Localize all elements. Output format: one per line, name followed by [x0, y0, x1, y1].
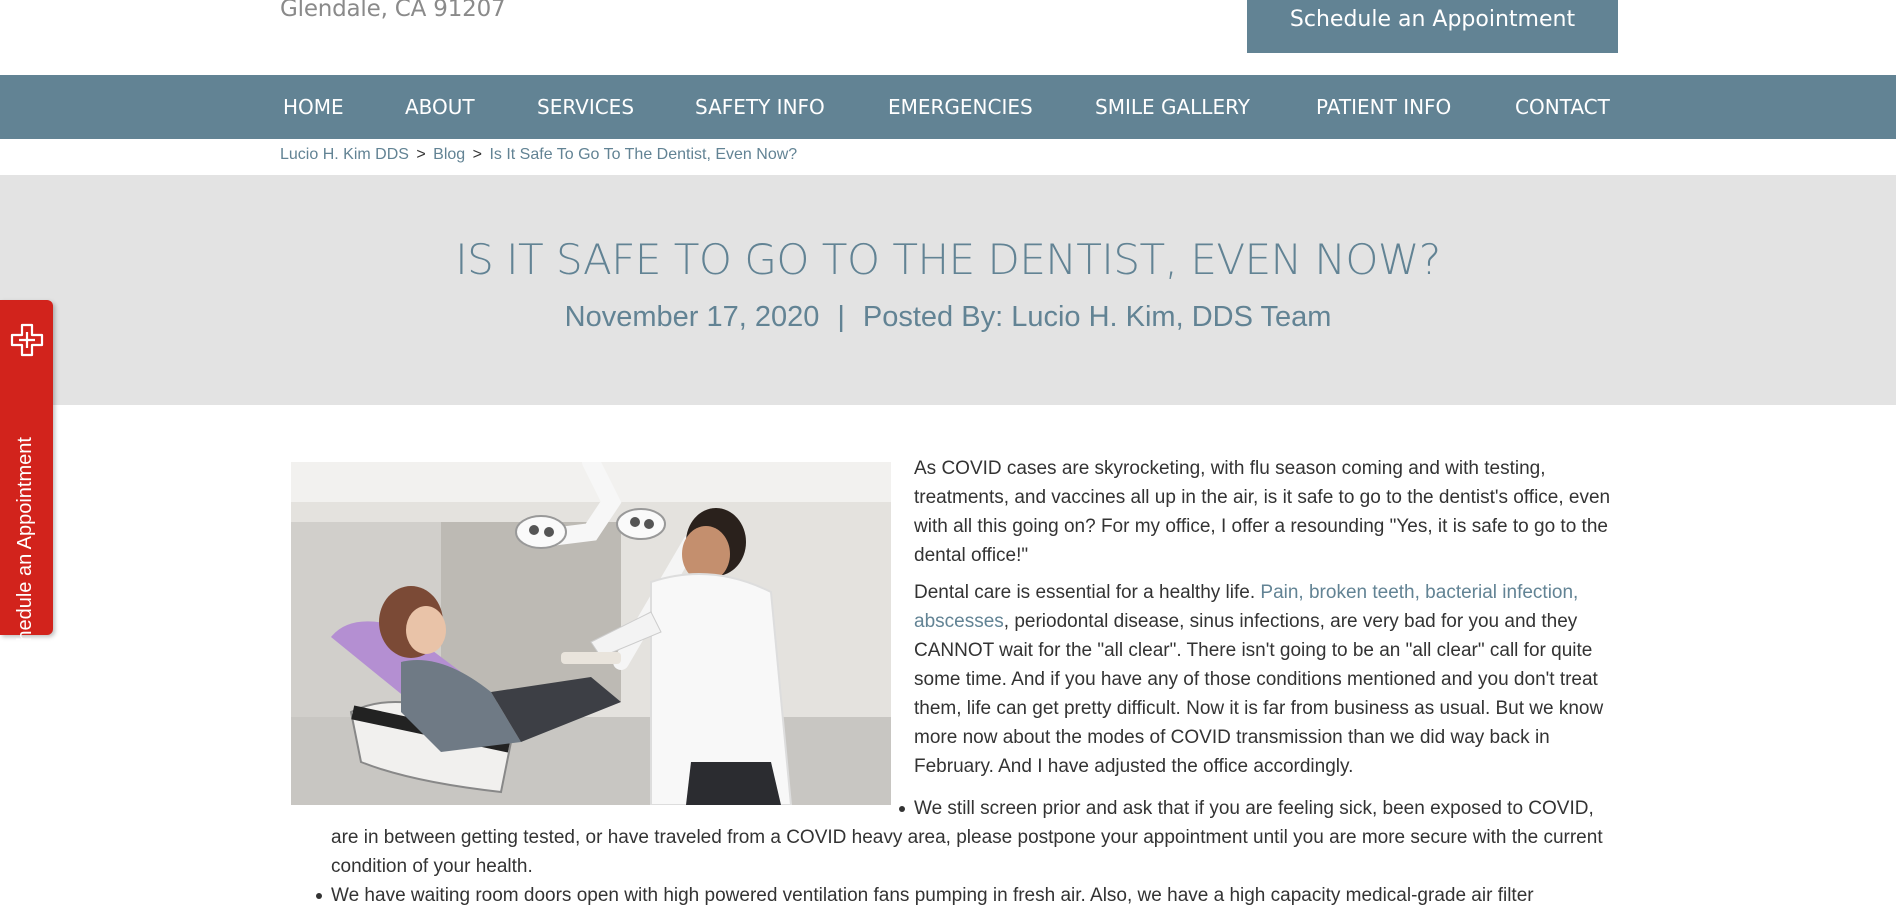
list-item: We still screen prior and ask that if yo…	[331, 794, 1621, 881]
site-header: Glendale, CA 91207 Schedule an Appointme…	[0, 0, 1896, 75]
nav-smile-gallery[interactable]: SMILE GALLERY	[1095, 75, 1250, 139]
nav-about[interactable]: ABOUT	[405, 75, 475, 139]
side-appointment-label: Schedule an Appointment	[14, 437, 36, 665]
safety-measures-list: We still screen prior and ask that if yo…	[316, 794, 1621, 910]
list-item: We have waiting room doors open with hig…	[316, 881, 1621, 910]
post-title: IS IT SAFE TO GO TO THE DENTIST, EVEN NO…	[455, 235, 1441, 284]
breadcrumb-current-page: Is It Safe To Go To The Dentist, Even No…	[489, 146, 798, 163]
schedule-appointment-button[interactable]: Schedule an Appointment	[1247, 0, 1618, 53]
post-paragraph-dental-care: Dental care is essential for a healthy l…	[914, 578, 1620, 781]
dental-office-illustration	[291, 462, 891, 805]
office-address: Glendale, CA 91207	[280, 0, 506, 22]
post-body: As COVID cases are skyrocketing, with fl…	[914, 454, 1620, 789]
breadcrumb-blog-link[interactable]: Blog	[433, 146, 465, 163]
nav-emergencies[interactable]: EMERGENCIES	[888, 75, 1033, 139]
post-paragraph-intro: As COVID cases are skyrocketing, with fl…	[914, 458, 1611, 566]
bullet-text: We have waiting room doors open with hig…	[331, 885, 1534, 906]
post-header-band: IS IT SAFE TO GO TO THE DENTIST, EVEN NO…	[0, 175, 1896, 405]
post-author: Posted By: Lucio H. Kim, DDS Team	[862, 301, 1332, 333]
meta-divider: |	[837, 301, 845, 333]
nav-safety-info[interactable]: SAFETY INFO	[695, 75, 825, 139]
nav-contact[interactable]: CONTACT	[1515, 75, 1610, 139]
main-nav: HOME ABOUT SERVICES SAFETY INFO EMERGENC…	[0, 75, 1896, 139]
side-appointment-tab[interactable]: Schedule an Appointment	[0, 300, 53, 665]
bullet-dot	[899, 806, 905, 812]
paragraph-rest-text: , periodontal disease, sinus infections,…	[914, 611, 1604, 777]
paragraph-lead-text: Dental care is essential for a healthy l…	[914, 582, 1261, 603]
breadcrumb: Lucio H. Kim DDS > Blog > Is It Safe To …	[280, 146, 797, 164]
dentist-patient-photo	[291, 462, 891, 805]
post-date: November 17, 2020	[564, 301, 820, 333]
breadcrumb-separator: >	[472, 146, 482, 163]
breadcrumb-separator: >	[416, 146, 426, 163]
medical-cross-icon	[10, 323, 44, 357]
nav-services[interactable]: SERVICES	[537, 75, 634, 139]
bullet-text: We still screen prior and ask that if yo…	[331, 798, 1603, 877]
nav-home[interactable]: HOME	[283, 75, 344, 139]
nav-patient-info[interactable]: PATIENT INFO	[1316, 75, 1451, 139]
post-meta: November 17, 2020 | Posted By: Lucio H. Ki…	[0, 301, 1896, 334]
breadcrumb-home-link[interactable]: Lucio H. Kim DDS	[280, 146, 409, 163]
bullet-dot	[316, 893, 322, 899]
